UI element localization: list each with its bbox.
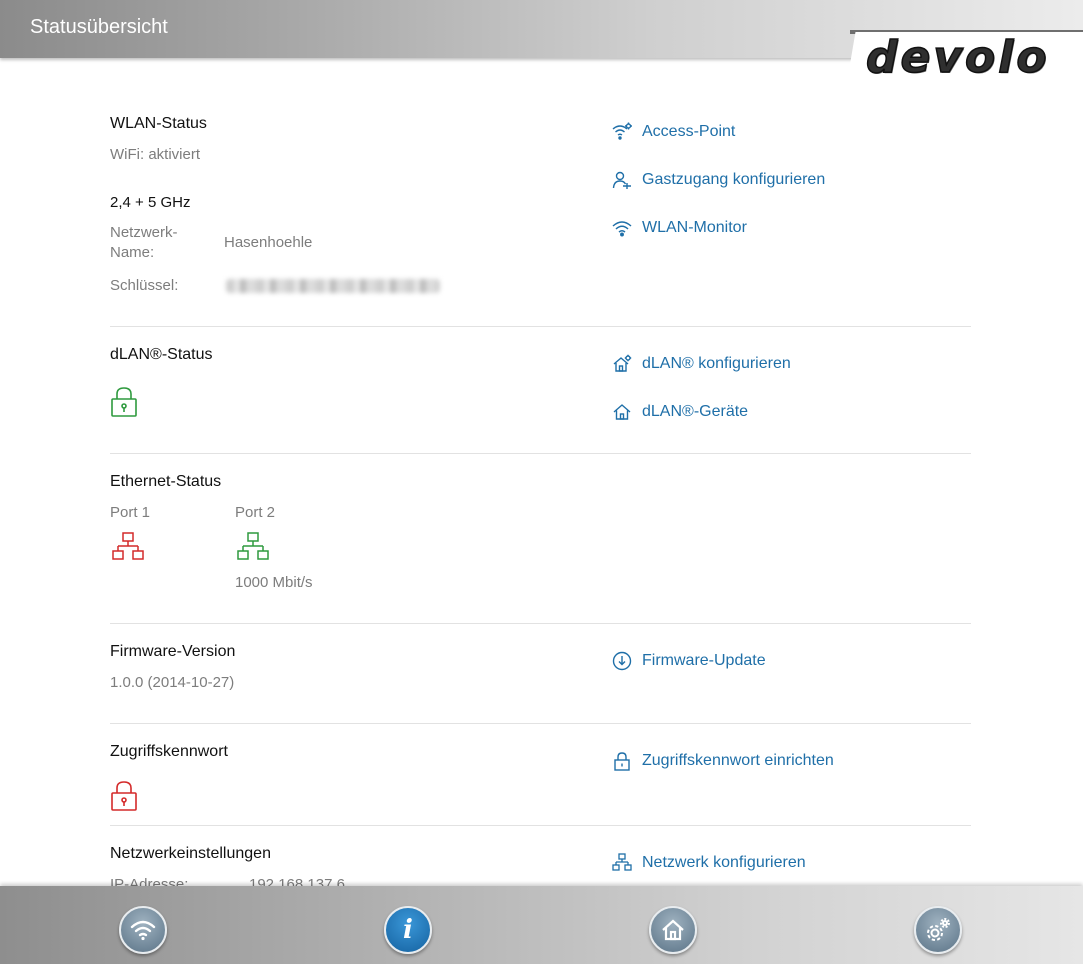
wifi-state: WiFi: aktiviert [110, 146, 200, 163]
firmware-version-title: Firmware-Version [110, 643, 236, 660]
port-2-speed: 1000 Mbit/s [235, 574, 313, 591]
set-password-link[interactable]: Zugriffskennwort einrichten [612, 751, 834, 771]
dlan-configure-label: dLAN® konfigurieren [642, 355, 791, 372]
network-icon [612, 853, 632, 871]
wlan-band: 2,4 + 5 GHz [110, 194, 191, 211]
info-nav-button[interactable]: i [384, 906, 432, 954]
lock-icon [614, 752, 630, 771]
wlan-monitor-link[interactable]: WLAN-Monitor [612, 218, 747, 238]
network-name-label-line2: Name: [110, 244, 155, 261]
wifi-icon [130, 920, 156, 941]
network-configure-label: Netzwerk konfigurieren [642, 854, 806, 871]
network-section: Netzwerkeinstellungen IP-Adresse: 192.16… [110, 825, 971, 895]
settings-icon [927, 918, 950, 941]
wifi-settings-icon [612, 122, 632, 140]
guest-access-link[interactable]: Gastzugang konfigurieren [612, 170, 825, 190]
firmware-update-link[interactable]: Firmware-Update [612, 651, 766, 671]
firmware-version-value: 1.0.0 (2014-10-27) [110, 674, 235, 691]
port-1-label: Port 1 [110, 504, 151, 521]
home-nav-button[interactable] [649, 906, 697, 954]
dlan-devices-link[interactable]: dLAN®-Geräte [612, 402, 748, 422]
dlan-devices-label: dLAN®-Geräte [642, 403, 749, 420]
wlan-monitor-label: WLAN-Monitor [642, 219, 747, 236]
home-icon [613, 404, 631, 420]
access-point-label: Access-Point [642, 123, 736, 140]
download-icon [612, 651, 632, 671]
set-password-label: Zugriffskennwort einrichten [642, 752, 834, 769]
wlan-nav-button[interactable] [119, 906, 167, 954]
wlan-status-title: WLAN-Status [110, 115, 207, 132]
footer-nav: i [0, 886, 1083, 964]
password-section: Zugriffskennwort Zugriffskennwort einric… [110, 723, 971, 826]
dlan-status-title: dLAN®-Status [110, 346, 213, 363]
key-label: Schlüssel: [110, 277, 179, 294]
page-title: Statusübersicht [30, 16, 168, 38]
port-2-label: Port 2 [235, 504, 276, 521]
info-icon: i [403, 915, 413, 945]
ethernet-status-title: Ethernet-Status [110, 473, 222, 490]
wifi-icon [612, 221, 632, 237]
lock-closed-icon [111, 387, 137, 417]
network-port-icon [112, 532, 144, 560]
guest-user-icon [612, 171, 631, 189]
wlan-section: WLAN-Status WiFi: aktiviert 2,4 + 5 GHz … [110, 105, 971, 327]
key-value-blurred [226, 279, 440, 293]
network-name-value: Hasenhoehle [224, 234, 313, 251]
dlan-section: dLAN®-Status dLAN® konfigurieren dLAN®-G… [110, 326, 971, 454]
ethernet-section: Ethernet-Status Port 1 Port 2 1000 Mbit/… [110, 453, 971, 624]
dlan-configure-link[interactable]: dLAN® konfigurieren [612, 354, 791, 374]
settings-nav-button[interactable] [914, 906, 962, 954]
lock-closed-icon [111, 781, 137, 811]
home-icon [662, 919, 684, 941]
network-name-label-line1: Netzwerk- [110, 224, 178, 241]
house-settings-icon [613, 354, 632, 372]
firmware-section: Firmware-Version 1.0.0 (2014-10-27) Firm… [110, 623, 971, 724]
network-configure-link[interactable]: Netzwerk konfigurieren [612, 853, 806, 873]
network-settings-title: Netzwerkeinstellungen [110, 845, 271, 862]
access-point-link[interactable]: Access-Point [612, 122, 735, 142]
guest-access-label: Gastzugang konfigurieren [642, 171, 826, 188]
access-password-title: Zugriffskennwort [110, 743, 228, 760]
devolo-logo: devolo [865, 31, 1050, 84]
firmware-update-label: Firmware-Update [642, 652, 766, 669]
network-port-icon [237, 532, 269, 560]
